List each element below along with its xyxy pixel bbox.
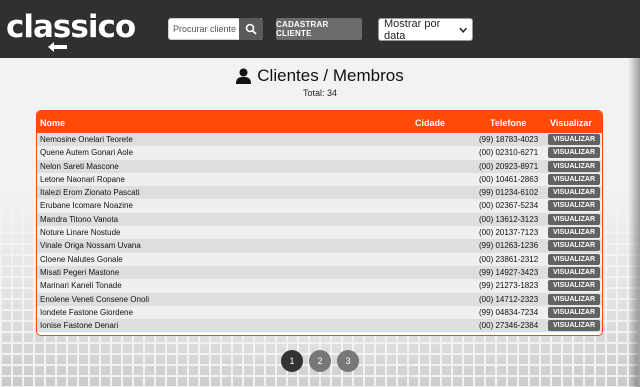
column-header-city[interactable]: Cidade <box>415 118 445 128</box>
table-row: Letone Naonari Ropane (00) 10461-2863 VISU… <box>37 172 602 187</box>
add-client-button[interactable]: CADASTRAR CLIENTE <box>276 18 362 40</box>
client-name: Nelon Sareti Mascone <box>40 161 119 171</box>
client-phone: (99) 21273-1823 <box>479 281 539 291</box>
sort-select-value: Mostrar por data <box>384 17 441 42</box>
table-row: Mandra Titono Vanota (00) 13612-3123 VISUA… <box>37 212 602 227</box>
column-header-phone[interactable]: Telefone <box>490 118 526 128</box>
client-phone: (00) 20137-7123 <box>479 228 539 238</box>
user-icon <box>236 68 252 84</box>
view-client-button[interactable]: VISUALIZAR <box>548 187 600 199</box>
column-header-view: Visualizar <box>550 118 592 128</box>
view-client-button[interactable]: VISUALIZAR <box>548 134 600 145</box>
table-row: Noture Linare Nostude (00) 20137-7123 VISU… <box>37 226 602 240</box>
view-client-button[interactable]: VISUALIZAR <box>548 280 600 292</box>
table-row: Marinari Kaneli Tonade (99) 21273-1823 VIS… <box>37 279 602 293</box>
client-name: Marinari Kaneli Tonade <box>40 281 122 291</box>
client-phone: (99) 14927-3423 <box>479 267 539 277</box>
client-name: Ionise Fastone Denari <box>40 321 119 331</box>
client-name: Mandra Titono Vanota <box>40 214 119 224</box>
client-name: Nemosine Onelari Teorete <box>40 135 133 144</box>
table-header: Nome Cidade Telefone Visualizar <box>37 111 602 133</box>
client-phone: (99) 18783-4023 <box>479 135 539 144</box>
view-client-button[interactable]: VISUALIZAR <box>548 240 600 252</box>
client-phone: (00) 27346-2384 <box>479 321 539 331</box>
client-name: Vinale Origa Nossam Uvana <box>40 241 141 251</box>
table-row: Nemosine Onelari Teorete (99) 18783-4023 V… <box>37 133 602 147</box>
client-name: Cloene Nalutes Gonale <box>40 254 123 264</box>
view-client-button[interactable]: VISUALIZAR <box>548 293 600 305</box>
view-client-button[interactable]: VISUALIZAR <box>548 253 600 265</box>
table-row: Italezi Erom Zionato Pascati (99) 01234-6… <box>37 186 602 200</box>
client-phone: (00) 20923-8971 <box>479 161 539 171</box>
table-row: Erubane Icomare Noazine (00) 02367-5234 VI… <box>37 199 602 213</box>
pagination: 123 <box>281 350 359 372</box>
table-row: Quene Autem Gonari Aole (00) 02310-6271 VI… <box>37 146 602 160</box>
client-phone: (99) 01263-1236 <box>479 241 539 251</box>
chevron-down-icon <box>459 27 467 33</box>
table-body: Nemosine Onelari Teorete (99) 18783-4023 V… <box>37 133 602 333</box>
top-navbar: classico CADASTRAR CLIENTE Mostrar por d… <box>0 0 640 58</box>
client-name: Italezi Erom Zionato Pascati <box>40 188 140 198</box>
client-phone: (00) 02310-6271 <box>479 148 539 158</box>
client-phone: (00) 02367-5234 <box>479 201 539 211</box>
table-row: Enolene Veneti Consene Onoli (00) 14712-2… <box>37 292 602 306</box>
client-name: Letone Naonari Ropane <box>40 174 125 184</box>
table-row: Vinale Origa Nossam Uvana (99) 01263-1236… <box>37 239 602 253</box>
view-client-button[interactable]: VISUALIZAR <box>548 173 600 185</box>
search-button[interactable] <box>239 18 263 40</box>
clients-table: Nome Cidade Telefone Visualizar Nemosine… <box>36 110 603 336</box>
client-name: Erubane Icomare Noazine <box>40 201 133 211</box>
total-count: Total: 34 <box>302 88 338 98</box>
view-client-button[interactable]: VISUALIZAR <box>548 147 600 159</box>
client-name: Enolene Veneti Consene Onoli <box>40 294 149 304</box>
page-button-1[interactable]: 1 <box>281 350 303 372</box>
client-phone: (00) 13612-3123 <box>479 214 539 224</box>
client-phone: (99) 01234-6102 <box>479 188 539 198</box>
client-name: Quene Autem Gonari Aole <box>40 148 133 158</box>
client-phone: (00) 10461-2863 <box>479 174 539 184</box>
right-edge-shadow <box>628 58 640 387</box>
page-title: Clientes / Membros <box>0 66 640 86</box>
table-row: Iondete Fastone Giordene (99) 04834-7234 V… <box>37 305 602 320</box>
app-logo[interactable]: classico <box>6 10 136 44</box>
search-icon <box>245 23 257 35</box>
page-title-text: Clientes / Membros <box>257 66 404 85</box>
client-name: Iondete Fastone Giordene <box>40 307 133 317</box>
view-client-button[interactable]: VISUALIZAR <box>548 200 600 212</box>
client-name: Misati Pegeri Mastone <box>40 267 120 277</box>
arrow-left-icon[interactable] <box>47 40 69 54</box>
client-name: Noture Linare Nostude <box>40 228 121 238</box>
client-phone: (00) 23861-2312 <box>479 254 539 264</box>
client-phone: (99) 04834-7234 <box>479 307 539 317</box>
view-client-button[interactable]: VISUALIZAR <box>548 306 600 318</box>
page-button-2[interactable]: 2 <box>309 350 331 372</box>
table-row: Misati Pegeri Mastone (99) 14927-3423 VISU… <box>37 265 602 280</box>
client-phone: (00) 14712-2323 <box>479 294 539 304</box>
view-client-button[interactable]: VISUALIZAR <box>548 160 600 172</box>
view-client-button[interactable]: VISUALIZAR <box>548 213 600 225</box>
page-button-3[interactable]: 3 <box>337 350 359 372</box>
view-client-button[interactable]: VISUALIZAR <box>548 266 600 278</box>
sort-select[interactable]: Mostrar por data <box>378 17 473 42</box>
table-row: Ionise Fastone Denari (00) 27346-2384 VISU… <box>37 319 602 333</box>
table-row: Nelon Sareti Mascone (00) 20923-8971 VISUA… <box>37 159 602 173</box>
view-client-button[interactable]: VISUALIZAR <box>548 320 600 332</box>
view-client-button[interactable]: VISUALIZAR <box>548 227 600 239</box>
column-header-name[interactable]: Nome <box>40 118 65 128</box>
table-row: Cloene Nalutes Gonale (00) 23861-2312 VISU… <box>37 252 602 266</box>
